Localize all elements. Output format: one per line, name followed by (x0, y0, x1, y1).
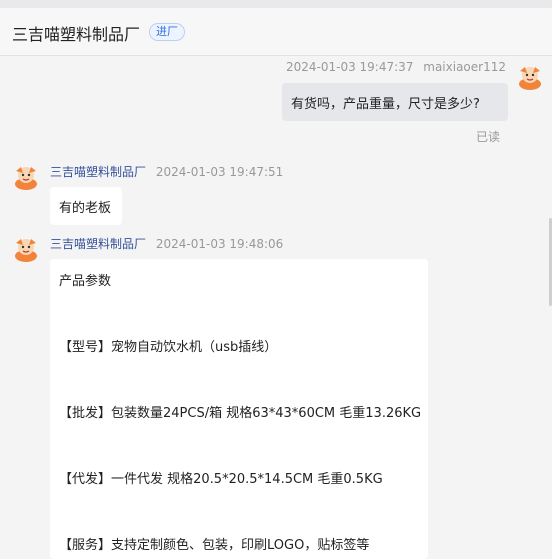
shop-name[interactable]: 三吉喵塑料制品厂 (12, 21, 140, 45)
params-service: 【服务】支持定制颜色、包装，印刷LOGO，贴标签等 (59, 538, 370, 553)
shop-avatar-icon[interactable] (12, 162, 40, 190)
message-text: 有的老板 (59, 201, 112, 216)
user-avatar-icon[interactable] (516, 62, 544, 90)
message-time: 2024-01-03 19:47:37 (285, 60, 414, 74)
message-sender[interactable]: 三吉喵塑料制品厂 (50, 165, 146, 179)
message-bubble[interactable]: 有货吗，产品重量，尺寸是多少? (282, 83, 508, 121)
read-status: 已读 (476, 130, 501, 144)
message-time: 2024-01-03 19:48:06 (155, 237, 284, 251)
params-dropship: 【代发】一件代发 规格20.5*20.5*14.5CM 毛重0.5KG (59, 472, 383, 487)
message-meta: 2024-01-03 19:47:37 maixiaoer112 (286, 60, 506, 74)
product-params-bubble[interactable]: 产品参数 【型号】宠物自动饮水机（usb插线） 【批发】包装数量24PCS/箱 … (50, 259, 428, 559)
message-sender[interactable]: 三吉喵塑料制品厂 (50, 237, 146, 251)
message-meta: 三吉喵塑料制品厂 2024-01-03 19:47:51 (50, 163, 283, 180)
window-top-strip (0, 0, 552, 8)
message-bubble[interactable]: 有的老板 (50, 187, 122, 225)
message-sender: maixiaoer112 (423, 60, 506, 74)
shop-avatar-icon[interactable] (12, 234, 40, 262)
message-meta: 三吉喵塑料制品厂 2024-01-03 19:48:06 (50, 235, 283, 252)
enter-factory-button[interactable]: 进厂 (149, 23, 185, 41)
chat-history[interactable]: 2024-01-03 19:47:37 maixiaoer112 有货吗，产品重… (0, 56, 552, 559)
params-wholesale: 【批发】包装数量24PCS/箱 规格63*43*60CM 毛重13.26KG (59, 406, 422, 421)
params-title: 产品参数 (59, 274, 112, 289)
message-text: 有货吗，产品重量，尺寸是多少? (291, 97, 480, 112)
chat-header: 三吉喵塑料制品厂 进厂 (0, 8, 552, 56)
message-time: 2024-01-03 19:47:51 (155, 165, 284, 179)
params-model: 【型号】宠物自动饮水机（usb插线） (59, 340, 278, 355)
